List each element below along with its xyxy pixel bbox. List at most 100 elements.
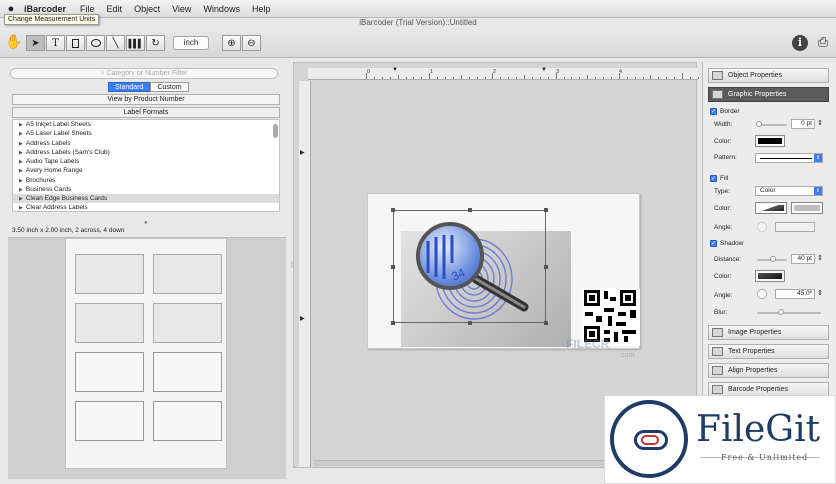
measurement-unit-button[interactable]: inch xyxy=(173,36,209,50)
menu-app-name[interactable]: iBarcoder xyxy=(22,4,74,14)
ruler-marker-icon[interactable]: ▼ xyxy=(541,67,547,73)
disclosure-triangle-icon[interactable]: ▶ xyxy=(19,141,23,147)
menu-object[interactable]: Object xyxy=(128,4,166,14)
resize-handle[interactable] xyxy=(544,208,548,212)
ruler-tick xyxy=(689,77,691,79)
disclosure-triangle-icon[interactable]: ▶ xyxy=(19,150,23,156)
menu-view[interactable]: View xyxy=(166,4,197,14)
ruler-tick xyxy=(579,77,581,79)
apple-menu-icon[interactable]: ● xyxy=(0,3,22,15)
shadow-distance-slider-knob[interactable] xyxy=(770,256,776,262)
barcode-tool-icon[interactable]: ▌▌▌ xyxy=(126,35,145,51)
list-item[interactable]: ▶ Address Labels xyxy=(13,139,279,148)
disclosure-triangle-icon[interactable]: ▶ xyxy=(19,205,23,211)
shadow-angle-dial[interactable] xyxy=(757,289,767,299)
category-filter-input[interactable]: ⌕ Category or Number Filter xyxy=(10,68,278,79)
info-icon[interactable]: i xyxy=(792,35,808,51)
fill-color-swatch[interactable] xyxy=(755,202,787,214)
text-properties-header[interactable]: Text Properties xyxy=(708,344,829,359)
rotate-tool-icon[interactable]: ↻ xyxy=(146,35,165,51)
list-item[interactable]: ▶ Avery Home Range xyxy=(13,166,279,175)
shadow-blur-slider-knob[interactable] xyxy=(778,309,784,315)
fill-angle-dial[interactable] xyxy=(757,222,767,232)
ruler-tick xyxy=(539,77,541,79)
stepper-icon[interactable]: ⇕ xyxy=(817,289,823,297)
resize-handle[interactable] xyxy=(544,321,548,325)
menu-help[interactable]: Help xyxy=(246,4,277,14)
border-color-swatch[interactable] xyxy=(755,135,785,147)
ruler-marker-icon[interactable]: ▼ xyxy=(392,67,398,73)
view-by-product-number-button[interactable]: View by Product Number xyxy=(12,94,280,105)
select-tool-icon[interactable]: ➤ xyxy=(26,35,45,51)
split-view-handle-icon[interactable]: ● xyxy=(144,220,148,226)
zoom-out-icon[interactable]: ⊖ xyxy=(242,35,261,51)
ruler-marker-icon[interactable]: ▶ xyxy=(300,149,305,156)
stepper-icon[interactable]: ⇕ xyxy=(817,254,823,262)
fill-angle-field[interactable] xyxy=(775,222,815,232)
label-formats-list[interactable]: ▶ A5 Inkjet Label Sheets ▶ A5 Laser Label … xyxy=(12,119,280,212)
border-width-field[interactable]: 0 pt xyxy=(791,119,815,129)
list-item-selected[interactable]: ▶ Clean Edge Business Cards xyxy=(13,194,279,204)
graphic-properties-header[interactable]: Graphic Properties xyxy=(708,87,829,102)
hand-tool-icon[interactable]: ✋ xyxy=(5,33,22,51)
border-checkbox[interactable]: ✓ xyxy=(710,108,717,115)
object-properties-header[interactable]: Object Properties xyxy=(708,68,829,83)
shadow-distance-field[interactable]: 40 pt xyxy=(791,254,815,264)
shadow-blur-slider[interactable] xyxy=(757,312,821,314)
align-properties-header[interactable]: Align Properties xyxy=(708,363,829,378)
ellipse-tool-icon[interactable] xyxy=(86,35,105,51)
list-item-label: Clear Address Labels xyxy=(25,204,88,212)
disclosure-triangle-icon[interactable]: ▶ xyxy=(19,122,23,128)
menu-edit[interactable]: Edit xyxy=(101,4,129,14)
text-tool-icon[interactable]: T xyxy=(46,35,65,51)
list-item[interactable]: ▶ A5 Laser Label Sheets xyxy=(13,129,279,138)
resize-handle[interactable] xyxy=(391,265,395,269)
disclosure-triangle-icon[interactable]: ▶ xyxy=(19,187,23,193)
zoom-in-icon[interactable]: ⊕ xyxy=(222,35,241,51)
segment-custom[interactable]: Custom xyxy=(150,82,189,92)
panel-resize-handle-icon[interactable]: ⋮ xyxy=(289,261,295,268)
ruler-marker-icon[interactable]: ▶ xyxy=(300,315,305,322)
shadow-checkbox[interactable]: ✓ xyxy=(710,240,717,247)
image-properties-header[interactable]: Image Properties xyxy=(708,325,829,340)
ruler-tick xyxy=(666,77,668,79)
resize-handle[interactable] xyxy=(391,321,395,325)
stepper-icon[interactable]: ⇕ xyxy=(817,119,823,127)
menu-windows[interactable]: Windows xyxy=(197,4,246,14)
resize-handle[interactable] xyxy=(468,321,472,325)
disclosure-triangle-icon[interactable]: ▶ xyxy=(19,196,23,202)
list-scrollbar[interactable] xyxy=(273,124,278,138)
label-formats-panel: ⌕ Category or Number Filter Standard Cus… xyxy=(8,62,288,479)
border-pattern-popup[interactable]: ⇕ xyxy=(755,153,823,163)
shadow-color-swatch[interactable] xyxy=(755,270,785,282)
width-label: Width: xyxy=(714,121,733,128)
fill-gradient-color-swatch[interactable] xyxy=(791,202,823,214)
rectangle-tool-icon[interactable] xyxy=(66,35,85,51)
disclosure-triangle-icon[interactable]: ▶ xyxy=(19,131,23,137)
list-item[interactable]: ▶ Address Labels (Sam's Club) xyxy=(13,148,279,157)
fill-checkbox[interactable]: ✓ xyxy=(710,175,717,182)
fill-type-popup[interactable]: Color ⇕ xyxy=(755,186,823,196)
resize-handle[interactable] xyxy=(544,265,548,269)
list-item[interactable]: ▶ A5 Inkjet Label Sheets xyxy=(13,120,279,129)
border-width-slider-knob[interactable] xyxy=(756,121,762,127)
ruler-tick xyxy=(468,77,470,79)
filegit-subtitle: Free & Unlimited xyxy=(721,453,809,462)
disclosure-triangle-icon[interactable]: ▶ xyxy=(19,159,23,165)
disclosure-triangle-icon[interactable]: ▶ xyxy=(19,178,23,184)
shadow-angle-field[interactable]: 45.0º xyxy=(775,289,815,299)
print-icon[interactable]: ⎙ xyxy=(815,34,831,52)
ruler-tick xyxy=(547,77,549,79)
list-item[interactable]: ▶ Brochures xyxy=(13,176,279,185)
menu-file[interactable]: File xyxy=(74,4,101,14)
list-item[interactable]: ▶ Business Cards xyxy=(13,185,279,194)
segment-standard[interactable]: Standard xyxy=(108,82,151,92)
list-item[interactable]: ▶ Clear Address Labels xyxy=(13,203,279,212)
resize-handle[interactable] xyxy=(391,208,395,212)
selected-graphic-object[interactable]: 34 xyxy=(391,208,548,325)
list-item[interactable]: ▶ Audio Tape Labels xyxy=(13,157,279,166)
resize-handle[interactable] xyxy=(468,208,472,212)
line-tool-icon[interactable]: ╲ xyxy=(106,35,125,51)
disclosure-triangle-icon[interactable]: ▶ xyxy=(19,168,23,174)
label-canvas[interactable]: 34 FILECR .com xyxy=(367,193,640,359)
